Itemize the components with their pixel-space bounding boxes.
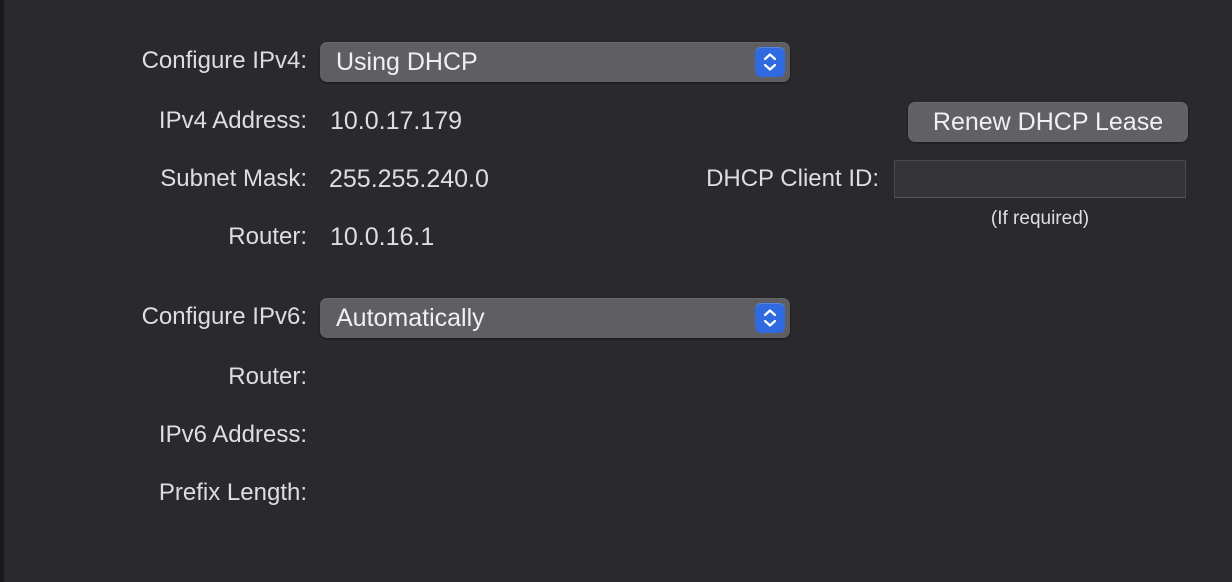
configure-ipv4-value: Using DHCP: [336, 48, 478, 76]
configure-ipv6-label: Configure IPv6:: [141, 303, 307, 330]
ipv4-router-label: Router:: [228, 223, 307, 250]
ipv4-router-value: 10.0.16.1: [330, 223, 435, 251]
dhcp-client-id-label: DHCP Client ID:: [706, 165, 879, 192]
ipv4-address-value: 10.0.17.179: [330, 107, 463, 135]
configure-ipv4-label: Configure IPv4:: [141, 47, 307, 74]
subnet-mask-label: Subnet Mask:: [160, 165, 307, 192]
renew-dhcp-lease-button[interactable]: Renew DHCP Lease: [908, 102, 1188, 142]
configure-ipv4-popup[interactable]: Using DHCP: [320, 42, 790, 82]
up-down-chevron-icon: [755, 47, 785, 77]
up-down-chevron-icon: [755, 303, 785, 333]
prefix-length-label: Prefix Length:: [158, 479, 307, 506]
configure-ipv6-popup[interactable]: Automatically: [320, 298, 790, 338]
ipv6-router-label: Router:: [228, 363, 307, 390]
subnet-mask-value: 255.255.240.0: [329, 165, 489, 193]
configure-ipv6-value: Automatically: [336, 304, 485, 332]
dhcp-client-id-hint: (If required): [990, 208, 1090, 229]
ipv6-address-label: IPv6 Address:: [158, 421, 307, 448]
dhcp-client-id-field[interactable]: [894, 160, 1186, 198]
tcpip-settings-panel: Configure IPv4: Using DHCP IPv4 Address:…: [0, 0, 1232, 582]
ipv4-address-label: IPv4 Address:: [158, 107, 307, 134]
